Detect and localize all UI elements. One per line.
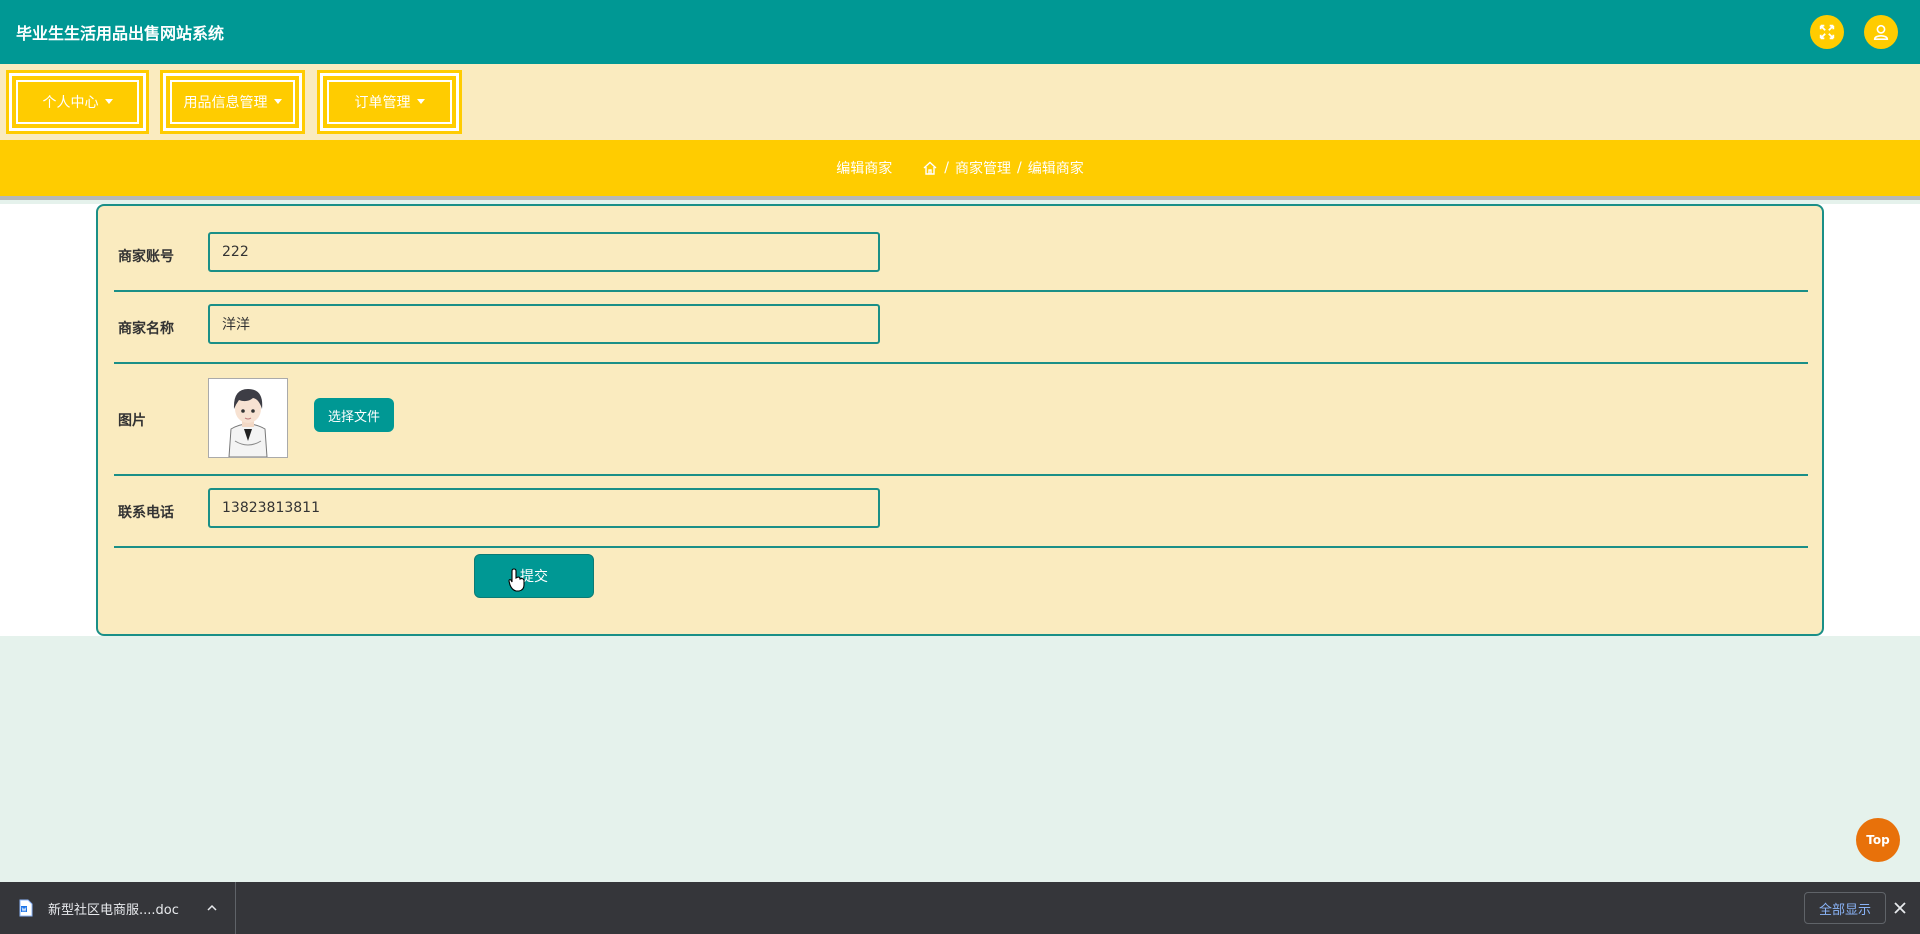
caret-down-icon: [273, 98, 282, 104]
menu-item-label: 个人中心: [42, 95, 99, 111]
caret-down-icon: [416, 98, 425, 104]
user-menu-button[interactable]: [1864, 15, 1898, 49]
menu-item-label: 用品信息管理: [183, 95, 268, 111]
form-row-name: 商家名称: [114, 292, 1808, 364]
download-bar: 新型社区电商服....doc 全部显示: [0, 882, 1920, 934]
main-menu: 个人中心 用品信息管理 订单管理: [0, 64, 1920, 140]
account-label: 商家账号: [118, 249, 174, 265]
avatar-illustration: [209, 379, 287, 458]
edit-merchant-form: 商家账号 商家名称 图片 选择文件 联系电话 提交: [96, 204, 1824, 636]
document-file-icon: [19, 899, 33, 917]
form-row-phone: 联系电话: [114, 476, 1808, 548]
download-item[interactable]: 新型社区电商服....doc: [0, 882, 236, 934]
breadcrumb-separator: /: [944, 160, 949, 176]
account-input[interactable]: [208, 232, 880, 272]
menu-goods-management[interactable]: 用品信息管理: [163, 73, 302, 131]
breadcrumb: / 商家管理 / 编辑商家: [922, 158, 1084, 178]
back-to-top-button[interactable]: Top: [1856, 818, 1900, 862]
merchant-name-input[interactable]: [208, 304, 880, 344]
submit-button[interactable]: 提交: [474, 554, 594, 598]
merchant-name-label: 商家名称: [118, 321, 174, 337]
breadcrumb-separator: /: [1017, 160, 1022, 176]
fullscreen-button[interactable]: [1810, 15, 1844, 49]
menu-item-label: 订单管理: [354, 95, 411, 111]
form-row-image: 图片 选择文件: [114, 364, 1808, 476]
caret-down-icon: [104, 98, 113, 104]
menu-order-management[interactable]: 订单管理: [320, 73, 459, 131]
merchant-avatar-thumbnail[interactable]: [208, 378, 288, 458]
app-title: 毕业生生活用品出售网站系统: [16, 24, 225, 43]
show-all-downloads-button[interactable]: 全部显示: [1804, 892, 1886, 924]
phone-label: 联系电话: [118, 505, 174, 521]
breadcrumb-bar: 编辑商家 / 商家管理 / 编辑商家: [0, 140, 1920, 200]
breadcrumb-merchant-management[interactable]: 商家管理: [955, 158, 1011, 178]
breadcrumb-edit-merchant: 编辑商家: [1027, 161, 1084, 177]
user-icon: [1873, 24, 1889, 41]
top-header: 毕业生生活用品出售网站系统: [0, 0, 1920, 64]
close-icon[interactable]: [1893, 901, 1907, 915]
page-title: 编辑商家: [836, 161, 893, 177]
phone-input[interactable]: [208, 488, 880, 528]
expand-icon: [1819, 24, 1835, 40]
home-icon[interactable]: [922, 160, 938, 176]
chevron-up-icon[interactable]: [206, 902, 218, 914]
image-label: 图片: [118, 413, 146, 429]
menu-personal-center[interactable]: 个人中心: [9, 73, 146, 131]
form-row-account: 商家账号: [114, 220, 1808, 292]
download-file-name: 新型社区电商服....doc: [48, 903, 179, 918]
choose-file-button[interactable]: 选择文件: [314, 398, 394, 432]
hand-cursor-icon: [508, 568, 525, 592]
